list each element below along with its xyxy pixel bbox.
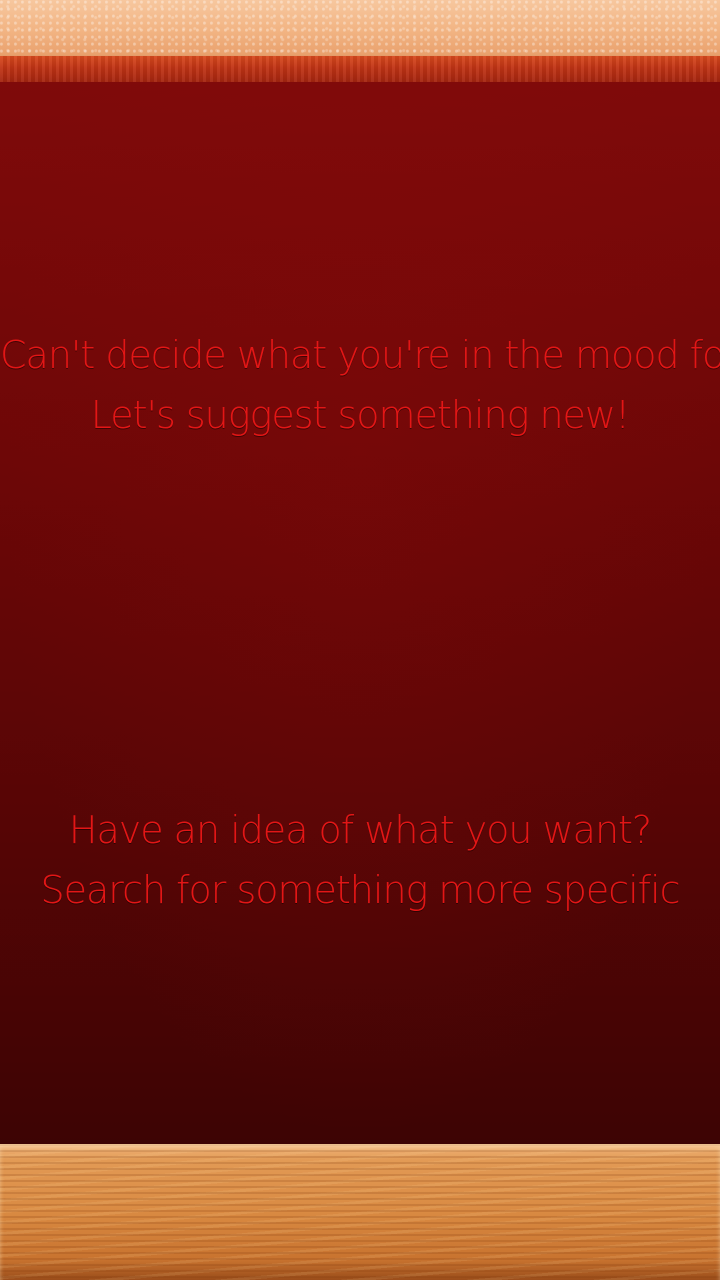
- bottom-wood-shelf: [0, 1144, 720, 1280]
- suggest-something-new-button[interactable]: Can't decide what you're in the mood for…: [0, 325, 720, 445]
- top-wood-border: [0, 56, 720, 82]
- screen: Can't decide what you're in the mood for…: [0, 0, 720, 1280]
- suggest-question-text: Can't decide what you're in the mood for…: [0, 333, 720, 377]
- top-decorative-strip: [0, 0, 720, 56]
- search-specific-button[interactable]: Have an idea of what you want? Search fo…: [0, 800, 720, 920]
- suggest-action-text: Let's suggest something new!: [90, 393, 630, 437]
- red-board: Can't decide what you're in the mood for…: [0, 82, 720, 1144]
- search-action-text: Search for something more specific: [40, 868, 681, 912]
- search-question-text: Have an idea of what you want?: [68, 808, 652, 852]
